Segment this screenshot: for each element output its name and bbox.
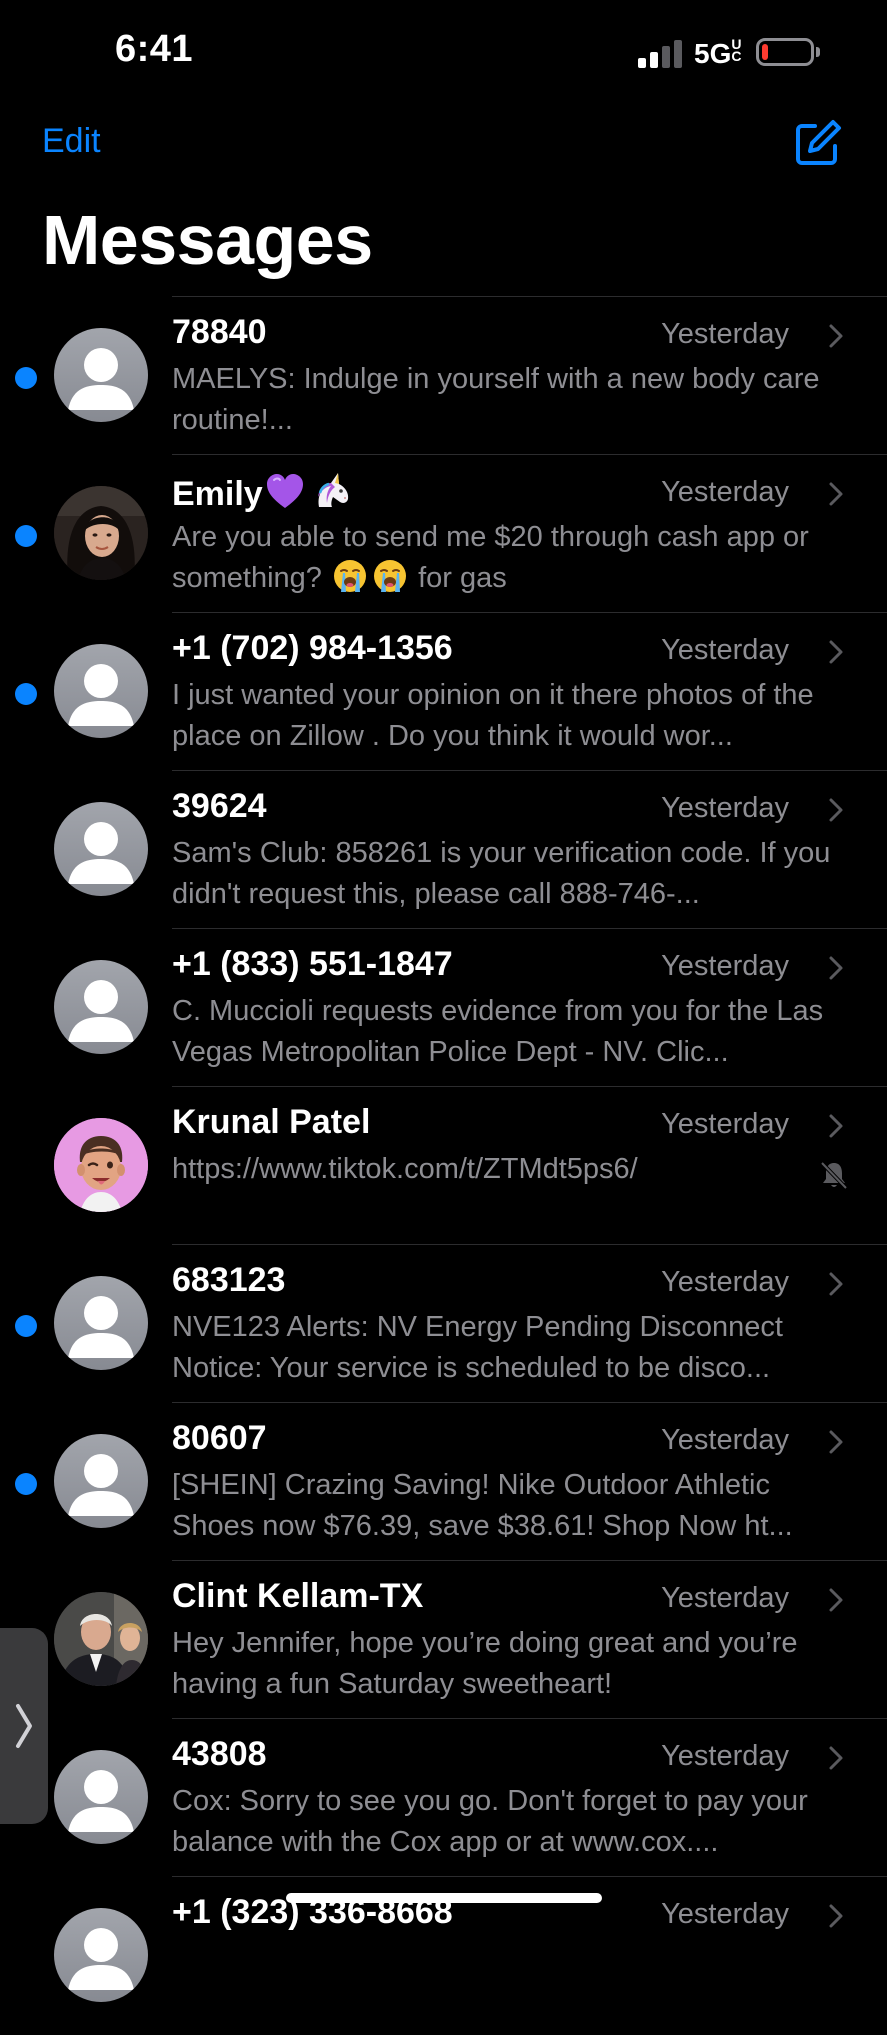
timestamp: Yesterday xyxy=(661,1740,789,1772)
default-avatar-icon xyxy=(54,644,148,738)
battery-cap xyxy=(816,47,820,57)
home-indicator[interactable] xyxy=(286,1893,602,1903)
message-preview: NVE123 Alerts: NV Energy Pending Disconn… xyxy=(172,1311,783,1384)
edit-button[interactable]: Edit xyxy=(42,122,101,161)
network-indicator: 5GUC xyxy=(694,36,742,69)
loudly-crying-face-icon xyxy=(334,560,366,592)
contact-photo-avatar xyxy=(54,1592,148,1686)
timestamp: Yesterday xyxy=(661,318,789,350)
timestamp: Yesterday xyxy=(661,1898,789,1930)
compose-icon[interactable] xyxy=(793,118,843,168)
message-preview: Cox: Sorry to see you go. Don't forget t… xyxy=(172,1785,808,1858)
loudly-crying-face-icon xyxy=(374,560,406,592)
conversation-row[interactable]: 39624 Yesterday Sam's Club: 858261 is yo… xyxy=(0,771,887,929)
conversation-row[interactable]: +1 (833) 551-1847 Yesterday C. Muccioli … xyxy=(0,929,887,1087)
contact-name: +1 (833) 551-1847 xyxy=(172,945,453,983)
unread-indicator xyxy=(15,1315,37,1337)
chevron-right-icon xyxy=(829,1114,843,1138)
muted-bell-icon xyxy=(820,1161,848,1190)
purple-heart-icon xyxy=(266,474,303,508)
unread-indicator xyxy=(15,683,37,705)
timestamp: Yesterday xyxy=(661,476,789,508)
message-preview: C. Muccioli requests evidence from you f… xyxy=(172,995,824,1068)
chevron-right-icon xyxy=(829,1272,843,1296)
memoji-avatar xyxy=(54,1118,148,1212)
contact-name: 80607 xyxy=(172,1419,267,1457)
chevron-right-icon xyxy=(16,1704,32,1748)
conversation-row[interactable]: Krunal Patel Yesterday https://www.tikto… xyxy=(0,1087,887,1245)
chevron-right-icon xyxy=(829,482,843,506)
contact-name: 39624 xyxy=(172,787,267,825)
status-time: 6:41 xyxy=(115,28,194,70)
timestamp: Yesterday xyxy=(661,1582,789,1614)
conversation-list[interactable]: 78840 Yesterday MAELYS: Indulge in yours… xyxy=(0,297,887,2035)
chevron-right-icon xyxy=(829,956,843,980)
conversation-row[interactable]: 78840 Yesterday MAELYS: Indulge in yours… xyxy=(0,297,887,455)
default-avatar-icon xyxy=(54,1750,148,1844)
chevron-right-icon xyxy=(829,1746,843,1770)
conversation-row[interactable]: Clint Kellam-TX Yesterday Hey Jennifer, … xyxy=(0,1561,887,1719)
contact-name: Emily xyxy=(172,471,353,514)
timestamp: Yesterday xyxy=(661,1108,789,1140)
chevron-right-icon xyxy=(829,324,843,348)
contact-name: 683123 xyxy=(172,1261,286,1299)
contact-name: 43808 xyxy=(172,1735,267,1773)
timestamp: Yesterday xyxy=(661,792,789,824)
unread-indicator xyxy=(15,1473,37,1495)
message-preview: [SHEIN] Crazing Saving! Nike Outdoor Ath… xyxy=(172,1469,793,1542)
contact-name-text: Emily xyxy=(172,475,263,513)
contact-name: Clint Kellam-TX xyxy=(172,1577,424,1615)
timestamp: Yesterday xyxy=(661,634,789,666)
default-avatar-icon xyxy=(54,960,148,1054)
cellular-signal-icon xyxy=(638,40,686,68)
unread-indicator xyxy=(15,525,37,547)
conversation-row[interactable]: 683123 Yesterday NVE123 Alerts: NV Energ… xyxy=(0,1245,887,1403)
default-avatar-icon xyxy=(54,1276,148,1370)
chevron-right-icon xyxy=(829,1430,843,1454)
unicorn-icon xyxy=(317,473,348,507)
timestamp: Yesterday xyxy=(661,1424,789,1456)
default-avatar-icon xyxy=(54,328,148,422)
message-preview-text-end: for gas xyxy=(418,562,507,594)
timestamp: Yesterday xyxy=(661,950,789,982)
chevron-right-icon xyxy=(829,798,843,822)
page-title: Messages xyxy=(42,201,373,279)
message-preview: https://www.tiktok.com/t/ZTMdt5ps6/ xyxy=(172,1153,638,1185)
status-bar: 6:41 5GUC xyxy=(0,0,887,100)
message-preview: Are you able to send me $20 through cash… xyxy=(172,517,852,599)
battery-icon xyxy=(756,38,814,66)
default-avatar-icon xyxy=(54,1908,148,2002)
contact-name: 78840 xyxy=(172,313,267,351)
default-avatar-icon xyxy=(54,1434,148,1528)
contact-photo-avatar xyxy=(54,486,148,580)
message-preview: Hey Jennifer, hope you’re doing great an… xyxy=(172,1627,798,1700)
chevron-right-icon xyxy=(829,1904,843,1928)
timestamp: Yesterday xyxy=(661,1266,789,1298)
default-avatar-icon xyxy=(54,802,148,896)
chevron-right-icon xyxy=(829,1588,843,1612)
contact-name: +1 (702) 984-1356 xyxy=(172,629,453,667)
conversation-row[interactable]: Emily Yesterday Are you able to send me … xyxy=(0,455,887,613)
chevron-right-icon xyxy=(829,640,843,664)
conversation-row[interactable]: 43808 Yesterday Cox: Sorry to see you go… xyxy=(0,1719,887,1877)
conversation-row[interactable]: +1 (702) 984-1356 Yesterday I just wante… xyxy=(0,613,887,771)
message-preview: I just wanted your opinion on it there p… xyxy=(172,679,814,752)
conversation-row[interactable]: 80607 Yesterday [SHEIN] Crazing Saving! … xyxy=(0,1403,887,1561)
message-preview: Sam's Club: 858261 is your verification … xyxy=(172,837,831,910)
contact-name: Krunal Patel xyxy=(172,1103,371,1141)
side-panel-handle[interactable] xyxy=(0,1628,48,1824)
message-preview: MAELYS: Indulge in yourself with a new b… xyxy=(172,363,820,436)
unread-indicator xyxy=(15,367,37,389)
